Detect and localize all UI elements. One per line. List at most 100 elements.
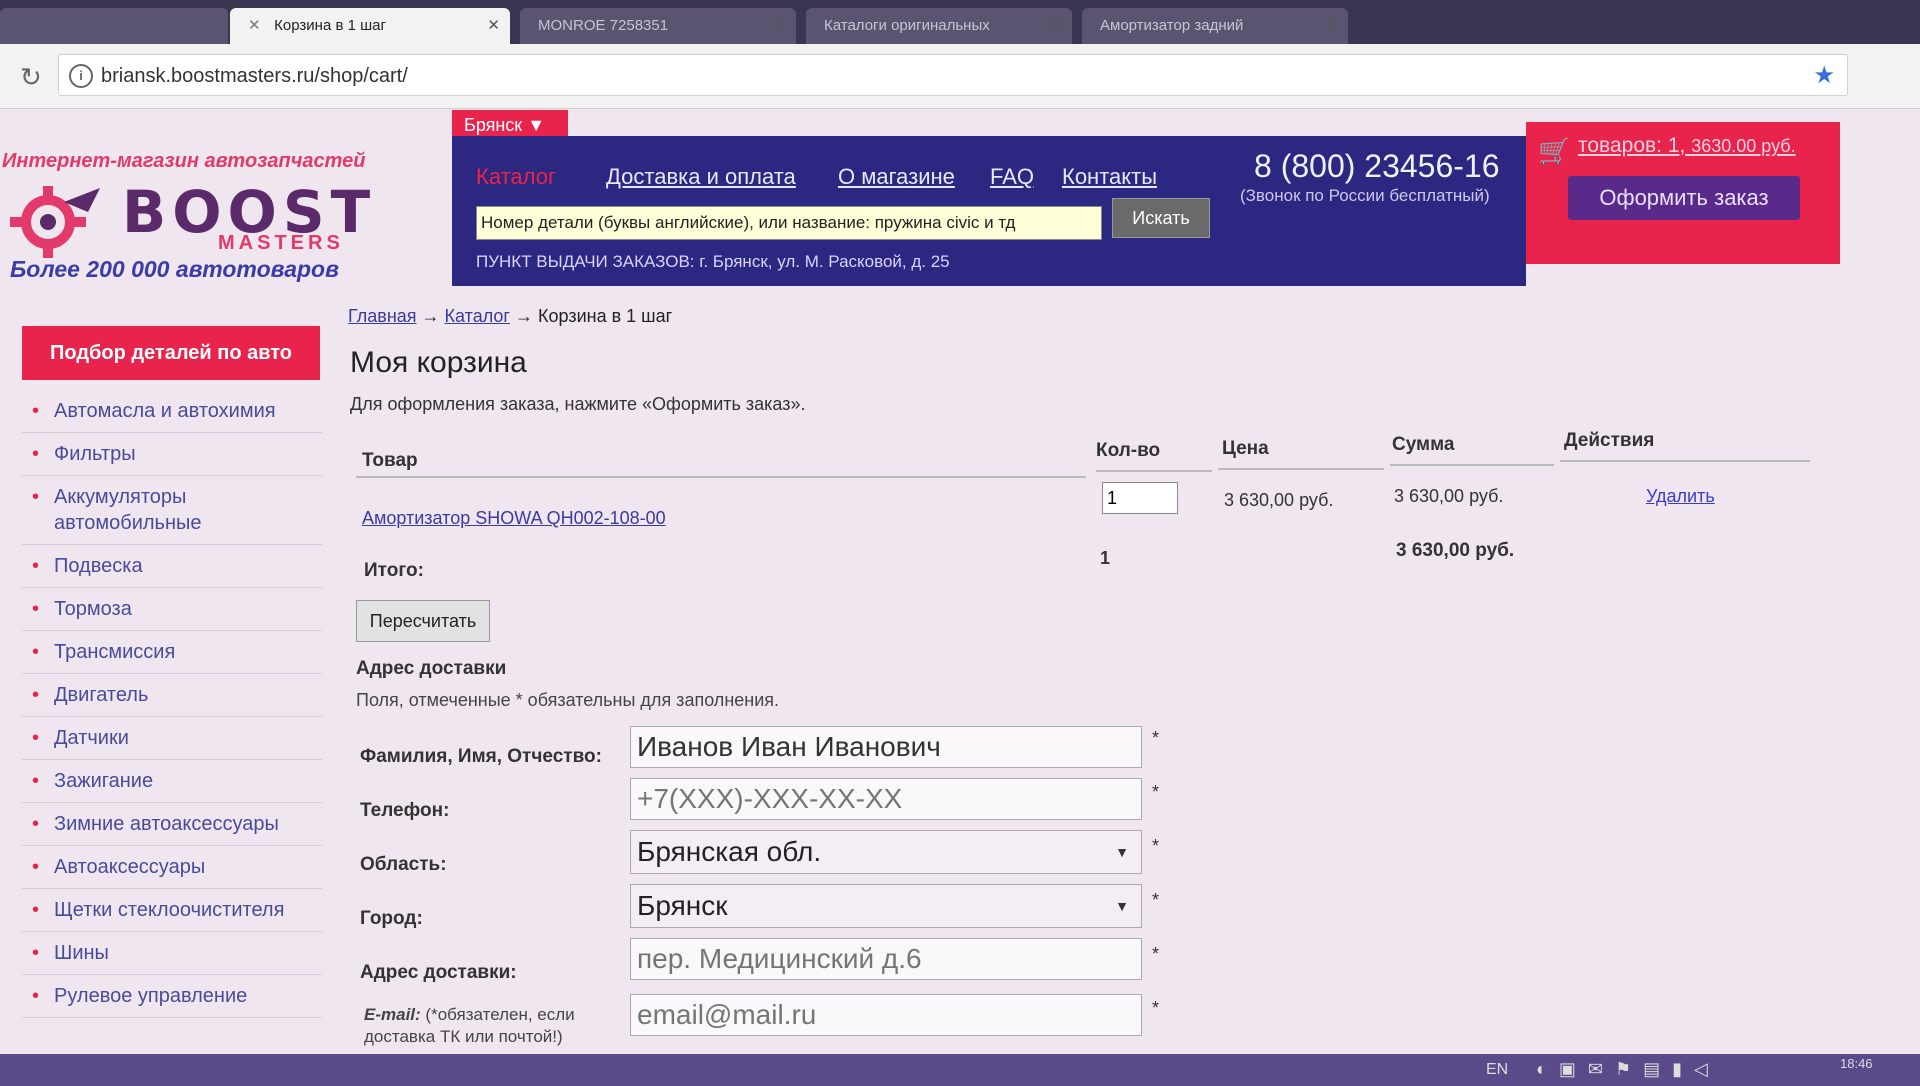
recalculate-button[interactable]: Пересчитать (356, 600, 490, 642)
chevron-down-icon: ▼ (1115, 844, 1129, 860)
clock[interactable]: 18:46 (1840, 1056, 1873, 1071)
sidebar-item[interactable]: Подвеска (22, 545, 322, 588)
cart-summary-link[interactable]: товаров: 1, 3630.00 руб. (1578, 134, 1796, 158)
browser-tab[interactable]: Каталоги оригинальных ✕ (806, 8, 1072, 44)
nav-contacts[interactable]: Контакты (1062, 164, 1157, 190)
logo-tagline: Интернет-магазин автозапчастей (2, 150, 366, 172)
close-tab-icon[interactable]: ✕ (1049, 8, 1062, 44)
close-tab-icon[interactable]: ✕ (1325, 8, 1338, 44)
breadcrumb-separator: → (515, 306, 533, 326)
search-button[interactable]: Искать (1112, 198, 1210, 238)
city-selected-value: Брянск (637, 890, 728, 921)
sidebar-item[interactable]: Аккумуляторы автомобильные (22, 476, 322, 545)
close-tab-icon[interactable]: ✕ (487, 8, 500, 44)
price-cell: 3 630,00 руб. (1224, 490, 1334, 510)
sidebar-item[interactable]: Датчики (22, 717, 322, 760)
page-title: Моя корзина (350, 346, 527, 379)
close-tab-icon[interactable]: ✕ (773, 8, 786, 44)
total-qty: 1 (1100, 548, 1111, 568)
fio-field[interactable] (630, 726, 1142, 768)
col-header-actions: Действия (1564, 430, 1655, 451)
cart-sum: 3630.00 руб. (1691, 136, 1796, 156)
table-header-rule (1390, 464, 1554, 466)
nav-faq[interactable]: FAQ (990, 164, 1034, 190)
breadcrumb-home[interactable]: Главная (348, 306, 417, 326)
email-field[interactable] (630, 994, 1142, 1036)
delete-link[interactable]: Удалить (1646, 486, 1715, 507)
tab-label: Корзина в 1 шаг (274, 17, 386, 34)
fio-label: Фамилия, Имя, Отчество: (360, 746, 602, 767)
region-selected-value: Брянская обл. (637, 836, 822, 867)
city-label: Брянск (464, 115, 523, 135)
sum-cell: 3 630,00 руб. (1394, 486, 1504, 506)
sidebar-item[interactable]: Зажигание (22, 760, 322, 803)
chevron-down-icon: ▼ (1115, 898, 1129, 914)
browser-tab-active[interactable]: ✕ Корзина в 1 шаг ✕ (230, 8, 510, 44)
url-text[interactable]: briansk.boostmasters.ru/shop/cart/ (101, 65, 408, 88)
browser-tab[interactable]: MONROE 7258351 ✕ (520, 8, 796, 44)
quantity-input[interactable] (1102, 482, 1178, 514)
tab-label: Амортизатор задний (1100, 17, 1244, 34)
sidebar-item[interactable]: Зимние автоаксессуары (22, 803, 322, 846)
cart-count: товаров: 1, (1578, 134, 1686, 157)
category-list: Автомасла и автохимия Фильтры Аккумулято… (22, 390, 322, 1018)
required-mark: * (1152, 836, 1160, 856)
car-parts-selector-button[interactable]: Подбор деталей по авто (22, 326, 320, 380)
breadcrumb-current: Корзина в 1 шаг (538, 306, 673, 326)
nav-about[interactable]: О магазине (838, 164, 955, 190)
breadcrumb: Главная → Каталог → Корзина в 1 шаг (348, 306, 672, 327)
address-bar[interactable]: i briansk.boostmasters.ru/shop/cart/ ★ (58, 54, 1848, 96)
phone-field[interactable] (630, 778, 1142, 820)
sidebar-item[interactable]: Двигатель (22, 674, 322, 717)
search-input[interactable] (476, 206, 1102, 240)
phone-number: 8 (800) 23456-16 (1254, 148, 1500, 184)
tray-icons[interactable]: ◐▣✉⚑▤▮◁ (1536, 1059, 1720, 1080)
browser-toolbar: ↻ i briansk.boostmasters.ru/shop/cart/ ★ (0, 44, 1920, 109)
required-note: Поля, отмеченные * обязательны для запол… (356, 690, 780, 710)
sidebar-item[interactable]: Тормоза (22, 588, 322, 631)
info-icon[interactable]: i (69, 64, 93, 88)
region-select[interactable]: Брянская обл. ▼ (630, 830, 1142, 874)
sidebar-item[interactable]: Щетки стеклоочистителя (22, 889, 322, 932)
breadcrumb-separator: → (421, 306, 440, 326)
browser-tab-bar: ✕ Корзина в 1 шаг ✕ MONROE 7258351 ✕ Кат… (0, 0, 1920, 44)
table-header-rule (1218, 468, 1384, 470)
language-indicator[interactable]: EN (1486, 1061, 1508, 1079)
col-header-product: Товар (362, 450, 418, 471)
phone-note: (Звонок по России бесплатный) (1240, 186, 1490, 205)
checkout-button[interactable]: Оформить заказ (1568, 176, 1800, 220)
table-header-rule (356, 476, 1086, 478)
cart-icon[interactable]: 🛒 (1538, 136, 1570, 167)
phone-label: Телефон: (360, 800, 450, 821)
col-header-qty: Кол-во (1096, 440, 1161, 461)
os-taskbar: EN ◐▣✉⚑▤▮◁ 18:46 (0, 1054, 1920, 1086)
address-label: Адрес доставки: (360, 962, 517, 983)
table-header-rule (1096, 470, 1212, 472)
sidebar-item[interactable]: Автоаксессуары (22, 846, 322, 889)
site-favicon-icon: ✕ (248, 17, 261, 34)
required-mark: * (1152, 782, 1160, 802)
reload-icon[interactable]: ↻ (20, 62, 42, 93)
chevron-down-icon: ▼ (527, 115, 546, 135)
product-link[interactable]: Амортизатор SHOWA QH002-108-00 (362, 508, 666, 529)
browser-tab[interactable]: Амортизатор задний ✕ (1082, 8, 1348, 44)
total-sum: 3 630,00 руб. (1396, 540, 1515, 561)
breadcrumb-catalog[interactable]: Каталог (445, 306, 510, 326)
sidebar-item[interactable]: Трансмиссия (22, 631, 322, 674)
nav-delivery[interactable]: Доставка и оплата (606, 164, 796, 190)
gear-logo-icon (10, 186, 100, 258)
sidebar-item[interactable]: Рулевое управление (22, 975, 322, 1018)
sidebar-item[interactable]: Шины (22, 932, 322, 975)
sidebar-item[interactable]: Автомасла и автохимия (22, 390, 322, 433)
required-mark: * (1152, 728, 1160, 748)
sidebar-item[interactable]: Фильтры (22, 433, 322, 476)
region-label: Область: (360, 854, 447, 875)
city-select[interactable]: Брянск ▼ (630, 884, 1142, 928)
nav-catalog[interactable]: Каталог (476, 164, 556, 190)
col-header-price: Цена (1222, 438, 1269, 459)
address-field[interactable] (630, 938, 1142, 980)
logo-name-sub: MASTERS (218, 232, 344, 254)
bookmark-star-icon[interactable]: ★ (1813, 61, 1835, 90)
delivery-section-title: Адрес доставки (356, 658, 507, 679)
browser-tab[interactable] (0, 8, 228, 44)
